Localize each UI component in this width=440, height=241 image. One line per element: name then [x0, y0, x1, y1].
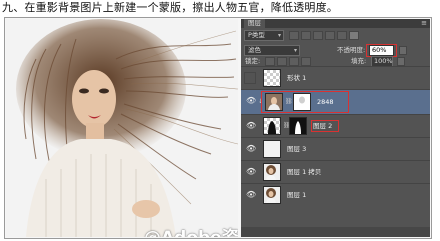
- layer-row[interactable]: 👁 图层 3: [241, 137, 430, 160]
- lock-transparent-icon[interactable]: [265, 57, 275, 66]
- mask-shape-icon: [295, 121, 301, 134]
- layer-thumbnail: [263, 186, 281, 204]
- layer-row[interactable]: 形状 1: [241, 66, 430, 89]
- layer-row-selected[interactable]: 👁 ↓ ⛓ 2848: [241, 89, 430, 114]
- lock-all-icon[interactable]: [301, 57, 311, 66]
- layer-name: 图层 1 拷贝: [287, 168, 322, 176]
- layer-name-highlight-box: [311, 120, 339, 132]
- panel-bottom-toolbar: [241, 227, 430, 237]
- instruction-text: 九、在重影背景图片上新建一个蒙版，擦出人物五官，降低透明度。: [2, 1, 338, 14]
- tab-layers[interactable]: 图层: [244, 19, 265, 28]
- layer-thumbnail: [263, 163, 281, 181]
- silhouette-thumb-icon: [268, 121, 276, 134]
- layers-panel: 图层 ≡ P类型 ▾ 滤色 ▾ 不透明度: 60% 锁定: 填充: 100% 形…: [241, 19, 430, 237]
- layer-row[interactable]: 👁 图层 1: [241, 183, 430, 206]
- portrait-thumb-icon: [264, 187, 280, 203]
- visibility-toggle-empty[interactable]: [244, 72, 256, 84]
- blend-mode-label: 滤色: [248, 46, 261, 54]
- fill-slider-arrow-icon[interactable]: [397, 57, 405, 66]
- eye-icon[interactable]: 👁: [246, 167, 256, 177]
- lock-image-icon[interactable]: [277, 57, 287, 66]
- panel-tab-bar: 图层 ≡: [241, 19, 430, 28]
- fill-label: 填充:: [351, 57, 367, 65]
- layer-row[interactable]: 👁 图层 1 拷贝: [241, 160, 430, 183]
- type-filter-icon[interactable]: [313, 31, 323, 40]
- layer-name: 形状 1: [287, 74, 307, 82]
- canvas-photo: @Adobe资源库: [6, 19, 238, 237]
- lock-label: 锁定:: [245, 57, 261, 65]
- adjustment-filter-icon[interactable]: [301, 31, 311, 40]
- layer-name: 图层 1: [287, 191, 307, 199]
- watermark: @Adobe资源库: [144, 223, 238, 237]
- layer-name: 图层 3: [287, 145, 307, 153]
- layer-mask-thumbnail[interactable]: [289, 117, 307, 135]
- layer-thumbnail: [263, 140, 281, 158]
- layer-thumbnail: [263, 117, 281, 135]
- chevron-down-icon: ▾: [277, 32, 281, 39]
- screenshot-frame: @Adobe资源库 图层 ≡ P类型 ▾ 滤色 ▾ 不透明度:: [4, 17, 432, 239]
- filter-row: P类型 ▾: [241, 28, 430, 43]
- layer-highlight-box: [261, 91, 349, 113]
- portrait-thumb-icon: [264, 164, 280, 180]
- eye-icon[interactable]: 👁: [246, 96, 256, 106]
- filter-kind-label: P类型: [248, 31, 265, 39]
- eye-icon[interactable]: 👁: [246, 121, 256, 131]
- filter-toggle-icon[interactable]: [349, 31, 359, 40]
- woman-portrait-image: [6, 19, 238, 237]
- eye-icon[interactable]: 👁: [246, 190, 256, 200]
- lock-position-icon[interactable]: [289, 57, 299, 66]
- panel-menu-icon[interactable]: ≡: [421, 19, 427, 28]
- pixel-filter-icon[interactable]: [289, 31, 299, 40]
- shape-filter-icon[interactable]: [325, 31, 335, 40]
- smart-object-filter-icon[interactable]: [337, 31, 347, 40]
- layer-thumbnail: [263, 69, 281, 87]
- filter-kind-select[interactable]: P类型 ▾: [244, 30, 284, 41]
- eye-icon[interactable]: 👁: [246, 144, 256, 154]
- layer-row[interactable]: 👁 ⛓ 图层 2: [241, 114, 430, 137]
